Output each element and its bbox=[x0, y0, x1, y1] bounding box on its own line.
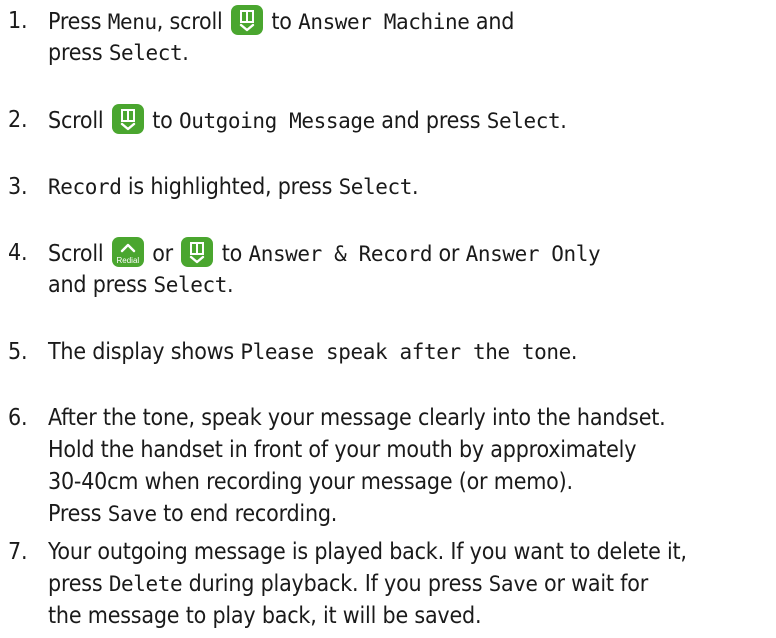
select-softkey-label: Select bbox=[338, 175, 413, 199]
step-text: Scroll Redial or to Answer & Record or A… bbox=[48, 237, 776, 301]
phonebook-down-key-icon bbox=[230, 5, 263, 35]
record-option-label: Record bbox=[48, 175, 122, 199]
save-softkey-label: Save bbox=[107, 502, 157, 526]
phonebook-down-key-icon bbox=[111, 104, 144, 134]
answer-only-option: Answer Only bbox=[465, 242, 601, 266]
step-number: 3. bbox=[8, 174, 28, 200]
select-softkey-label: Select bbox=[486, 109, 561, 133]
menu-softkey-label: Menu bbox=[107, 10, 157, 34]
step-number: 1. bbox=[8, 8, 28, 34]
step-number: 6. bbox=[8, 405, 28, 431]
delete-softkey-label: Delete bbox=[108, 572, 183, 596]
instruction-list: 1. Press Menu, scroll to Answer Machine … bbox=[0, 0, 776, 638]
step-number: 5. bbox=[8, 339, 28, 365]
step-number: 2. bbox=[8, 107, 28, 133]
select-softkey-label: Select bbox=[153, 273, 228, 297]
step-number: 7. bbox=[8, 539, 28, 565]
save-softkey-label: Save bbox=[488, 572, 538, 596]
step-text: Scroll to Outgoing Message and press Sel… bbox=[48, 104, 776, 136]
redial-key-label: Redial bbox=[116, 256, 140, 265]
display-prompt-text: Please speak after the tone bbox=[240, 340, 571, 364]
answer-machine-menu-label: Answer Machine bbox=[298, 10, 470, 34]
select-softkey-label: Select bbox=[108, 41, 183, 65]
phonebook-down-key-icon bbox=[181, 237, 214, 267]
step-text: Record is highlighted, press Select. bbox=[48, 174, 419, 200]
step-text: Press Menu, scroll to Answer Machine and… bbox=[48, 5, 776, 69]
outgoing-message-menu-label: Outgoing Message bbox=[178, 109, 375, 133]
answer-and-record-option: Answer & Record bbox=[248, 242, 433, 266]
step-text: Your outgoing message is played back. If… bbox=[48, 539, 687, 629]
step-text: After the tone, speak your message clear… bbox=[48, 405, 666, 527]
step-number: 4. bbox=[8, 240, 28, 266]
step-text: The display shows Please speak after the… bbox=[48, 339, 578, 365]
redial-up-key-icon: Redial bbox=[111, 237, 144, 267]
